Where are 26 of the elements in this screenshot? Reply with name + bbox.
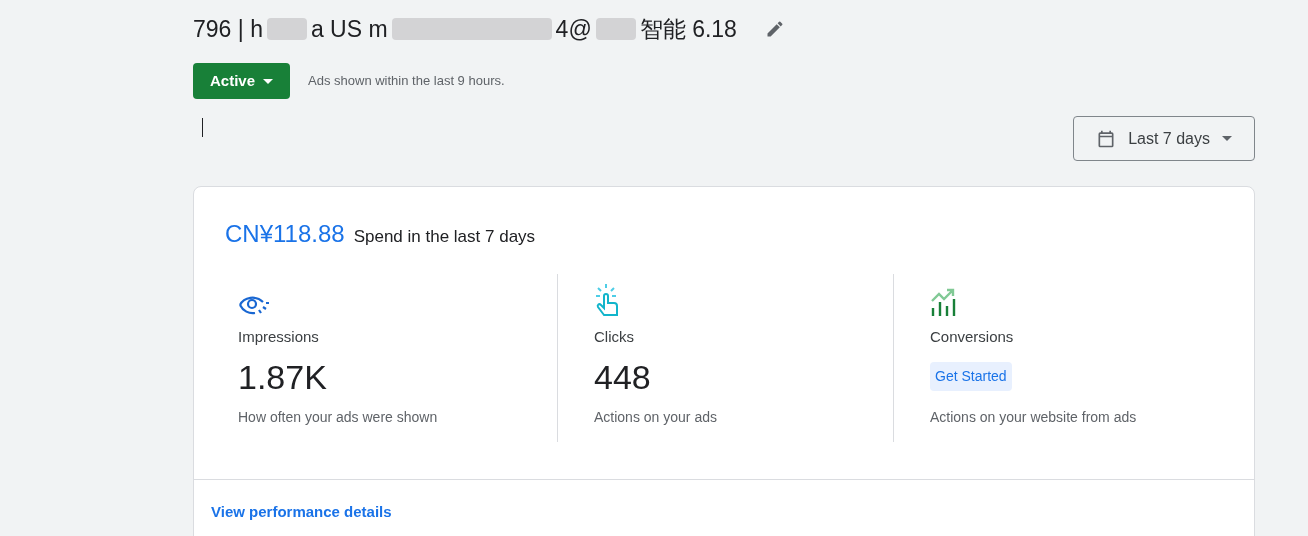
caret-icon — [263, 78, 274, 84]
metric-label: Impressions — [238, 327, 320, 347]
text-cursor — [202, 118, 203, 137]
status-dropdown[interactable]: Active — [193, 63, 291, 99]
caret-icon — [1222, 136, 1232, 141]
get-started-button[interactable]: Get Started — [930, 362, 1012, 391]
redaction-bar — [266, 18, 307, 40]
metric-description: How often your ads were shown — [238, 407, 439, 427]
metric-label: Clicks — [594, 327, 635, 347]
metric-label: Conversions — [930, 327, 1015, 347]
view-details-link[interactable]: View performance details — [211, 503, 392, 520]
status-note: Ads shown within the last 9 hours. — [308, 72, 505, 91]
metric-value: 1.87K — [238, 356, 328, 398]
chart-icon — [930, 287, 958, 317]
spend-amount: CN¥118.88 — [225, 219, 345, 249]
date-range-button[interactable]: Last 7 days — [1073, 116, 1255, 161]
calendar-icon — [1096, 128, 1117, 149]
metric-description: Actions on your website from ads — [930, 407, 1138, 427]
redaction-bar — [595, 18, 636, 40]
title-text: 智能 6.18 — [639, 14, 737, 44]
metric-value: 448 — [594, 356, 652, 398]
title-text: a US m — [310, 14, 388, 44]
title-text: 796 | h — [193, 14, 263, 44]
metric-description: Actions on your ads — [594, 407, 718, 427]
title-text: 4@ — [555, 14, 592, 44]
spend-label: Spend in the last 7 days — [353, 226, 536, 248]
